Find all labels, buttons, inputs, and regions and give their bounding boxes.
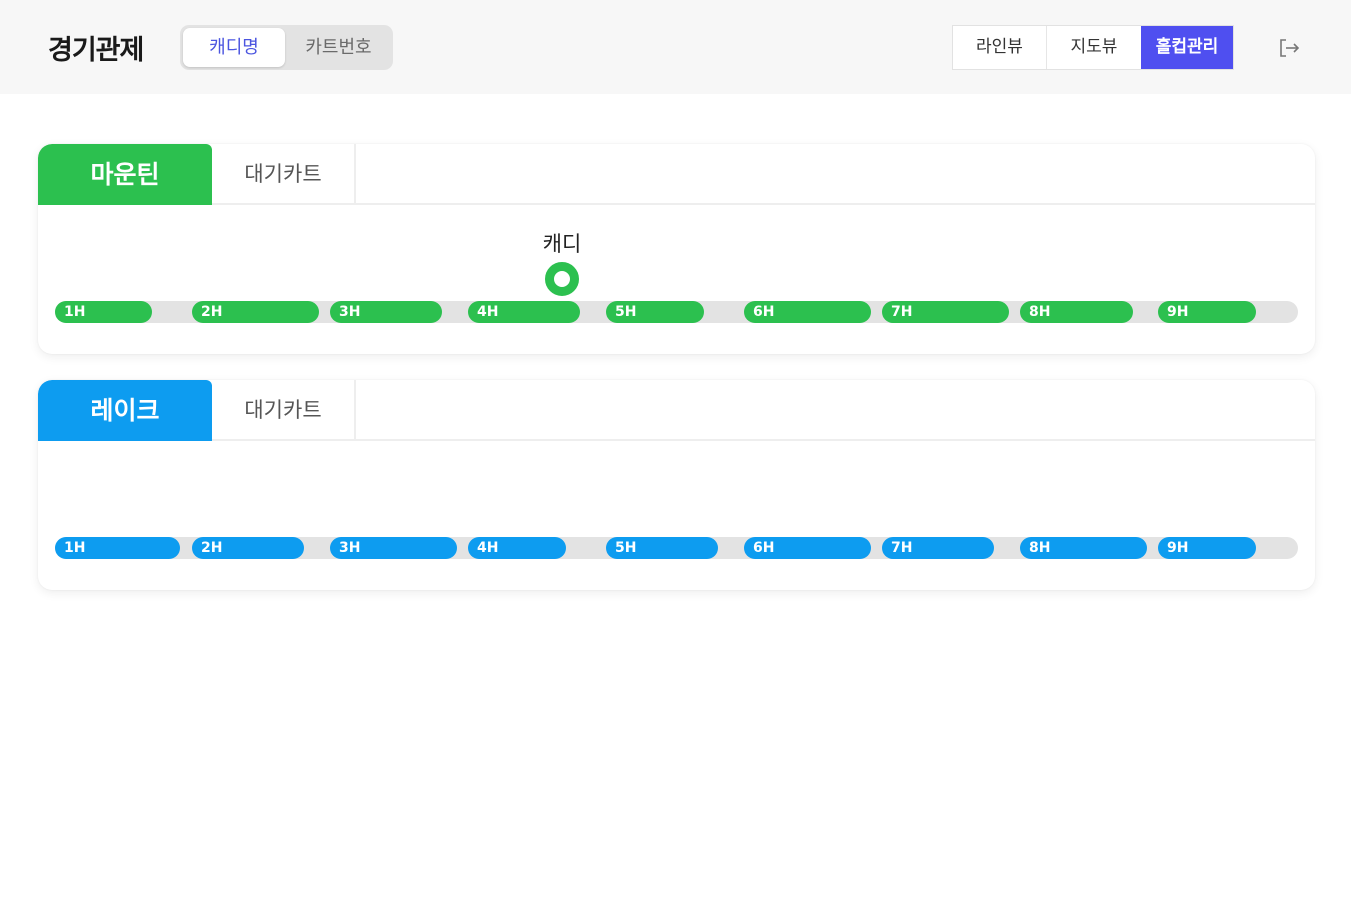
hole-segment[interactable]: 6H — [744, 537, 871, 559]
caddie-position-dot — [545, 262, 579, 296]
header: 경기관제 캐디명 카트번호 라인뷰 지도뷰 홀컵관리 — [0, 0, 1351, 94]
hole-segment[interactable]: 7H — [882, 537, 994, 559]
hole-segment[interactable]: 4H — [468, 301, 580, 323]
course-tab-mountain[interactable]: 마운틴 — [38, 144, 212, 205]
hole-segment[interactable]: 4H — [468, 537, 566, 559]
hole-segment[interactable]: 5H — [606, 537, 718, 559]
hole-segment[interactable]: 1H — [55, 301, 152, 323]
caddie-name: 캐디 — [542, 232, 582, 256]
course-card-mountain: 마운틴 대기카트 캐디 1H 2H 3H 4H 5H 6H 7H 8H 9H — [38, 144, 1315, 354]
hole-track: 1H 2H 3H 4H 5H 6H 7H 8H 9H — [55, 537, 1298, 559]
hole-segment[interactable]: 8H — [1020, 301, 1133, 323]
page-title: 경기관제 — [48, 35, 144, 66]
caddie-marker[interactable]: 캐디 — [529, 230, 595, 296]
course-card-lake: 레이크 대기카트 1H 2H 3H 4H 5H 6H 7H 8H 9H — [38, 380, 1315, 590]
hole-cup-button[interactable]: 홀컵관리 — [1141, 26, 1233, 69]
waiting-cart-tab[interactable]: 대기카트 — [212, 144, 356, 205]
course-tab-lake[interactable]: 레이크 — [38, 380, 212, 441]
hole-segment[interactable]: 9H — [1158, 537, 1256, 559]
hole-segment[interactable]: 3H — [330, 301, 442, 323]
waiting-cart-tab[interactable]: 대기카트 — [212, 380, 356, 441]
hole-segment[interactable]: 5H — [606, 301, 704, 323]
hole-segment[interactable]: 9H — [1158, 301, 1256, 323]
hole-segment[interactable]: 8H — [1020, 537, 1147, 559]
hole-segment[interactable]: 7H — [882, 301, 1009, 323]
display-mode-toggle: 캐디명 카트번호 — [180, 25, 393, 70]
hole-segment[interactable]: 1H — [55, 537, 180, 559]
hole-track: 1H 2H 3H 4H 5H 6H 7H 8H 9H — [55, 301, 1298, 323]
course-tabbar: 마운틴 대기카트 — [38, 144, 1315, 205]
view-switcher: 라인뷰 지도뷰 홀컵관리 — [952, 25, 1234, 70]
hole-segment[interactable]: 2H — [192, 301, 319, 323]
hole-segment[interactable]: 6H — [744, 301, 871, 323]
line-view-button[interactable]: 라인뷰 — [953, 26, 1047, 69]
logout-icon[interactable] — [1276, 36, 1302, 60]
toggle-cart-number[interactable]: 카트번호 — [287, 28, 390, 67]
map-view-button[interactable]: 지도뷰 — [1047, 26, 1141, 69]
toggle-caddie-name[interactable]: 캐디명 — [183, 28, 285, 67]
hole-segment[interactable]: 3H — [330, 537, 457, 559]
course-tabbar: 레이크 대기카트 — [38, 380, 1315, 441]
hole-segment[interactable]: 2H — [192, 537, 304, 559]
